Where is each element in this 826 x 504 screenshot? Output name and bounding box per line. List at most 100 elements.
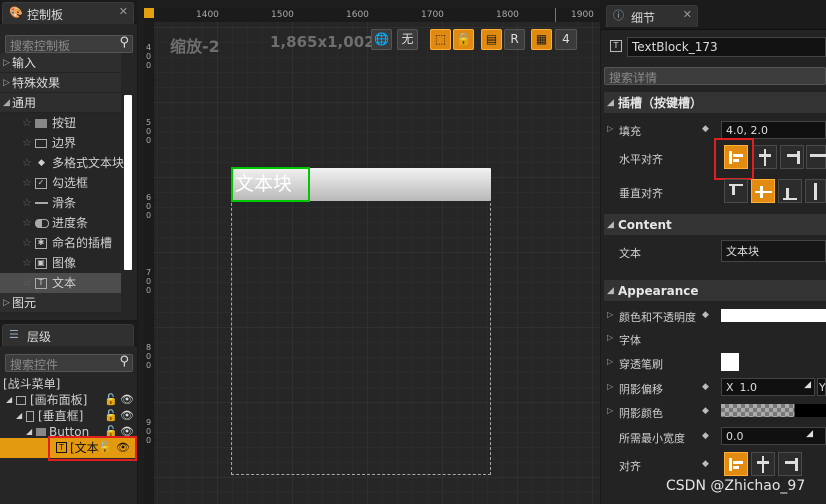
search-icon: ⚲ (119, 35, 129, 50)
grid-snap-button[interactable]: ▦ (531, 29, 552, 50)
h-align-center-button[interactable] (753, 145, 777, 169)
hierarchy-search-input[interactable]: 搜索控件 ⚲ (5, 354, 133, 372)
shadow-color-swatch[interactable] (721, 404, 826, 417)
category-primitives[interactable]: ▷ 图元 (0, 293, 121, 313)
palette-item-richtext[interactable]: ☆ ◆ 多格式文本块 (0, 153, 125, 173)
reset-pin-icon[interactable]: ◆ (702, 124, 709, 134)
border-icon (35, 139, 47, 148)
h-align-label: 水平对齐 (619, 151, 663, 167)
color-swatch[interactable] (721, 309, 826, 322)
padding-label-text: 填充 (619, 125, 641, 138)
star-icon: ☆ (22, 116, 32, 129)
reset-pin-icon[interactable]: ◆ (702, 406, 709, 416)
align-vcenter-bar (760, 186, 763, 198)
vbox-icon (26, 411, 34, 422)
palette-item-label: 多格式文本块 (52, 156, 125, 170)
text-block-label: 文本块 (235, 173, 293, 195)
dotted-frame-button[interactable]: ⬚ (430, 29, 451, 50)
palette-scrollbar[interactable] (124, 95, 132, 270)
details-search-input[interactable]: 搜索详情 (604, 67, 826, 85)
reset-pin-icon[interactable]: ◆ (702, 382, 709, 392)
reset-pin-icon[interactable]: ◆ (702, 431, 709, 441)
palette-search-input[interactable]: 搜索控制板 ⚲ (5, 35, 133, 53)
v-align-label-text: 垂直对齐 (619, 187, 663, 200)
justify-center-button[interactable] (751, 452, 775, 476)
content-section-header[interactable]: ◢ Content (604, 214, 826, 236)
justify-left-icon (729, 458, 732, 471)
section-title: 插槽（按键槽） (618, 96, 703, 110)
brush-swatch[interactable] (721, 353, 739, 371)
palette-item-button[interactable]: ☆ 按钮 (0, 113, 121, 133)
shadow-x-value: 1.0 (739, 381, 758, 394)
v-align-label: 垂直对齐 (619, 185, 663, 201)
palette-item-border[interactable]: ☆ 边界 (0, 133, 121, 153)
r-button[interactable]: R (504, 29, 525, 50)
watermark: CSDN @Zhichao_97 (666, 478, 806, 494)
snap-value-dropdown[interactable]: 4 (555, 29, 577, 50)
star-icon: ☆ (22, 216, 32, 229)
text-value: 文本块 (726, 245, 759, 258)
palette-item-text[interactable]: ☆ T 文本 (0, 273, 121, 293)
text-input[interactable]: 文本块 (721, 240, 826, 262)
shadow-x-input[interactable]: X 1.0 ◢ (721, 378, 815, 396)
palette-item-slider[interactable]: ☆ 滑条 (0, 193, 121, 213)
palette-item-checkbox[interactable]: ☆ ✓ 勾选框 (0, 173, 121, 193)
h-align-fill-button[interactable] (806, 145, 826, 169)
star-icon: ☆ (22, 156, 32, 169)
palette-item-label: 勾选框 (52, 176, 89, 190)
v-align-top-button[interactable] (724, 179, 748, 203)
align-top-bar (732, 186, 735, 195)
palette-search-placeholder: 搜索控制板 (10, 39, 71, 53)
justify-right-button[interactable] (778, 452, 802, 476)
palette-item-progress[interactable]: ☆ 进度条 (0, 213, 121, 233)
appearance-section-header[interactable]: ◢ Appearance (604, 280, 826, 302)
progress-icon (35, 219, 49, 228)
search-icon: ⚲ (119, 354, 129, 369)
snap-value: 4 (562, 32, 570, 46)
justify-left-button[interactable] (724, 452, 748, 476)
shadow-offset-label-text: 阴影偏移 (619, 383, 663, 396)
reset-pin-icon[interactable]: ◆ (702, 310, 709, 320)
ruler-tick-label: 9 0 0 (146, 418, 152, 445)
details-tab[interactable]: ⓘ 细节 ✕ (606, 5, 698, 27)
close-icon[interactable]: ✕ (683, 8, 692, 21)
none-button[interactable]: 无 (397, 29, 418, 50)
v-align-center-button[interactable] (751, 179, 775, 203)
palette-tab[interactable]: 🎨 控制板 ✕ (2, 2, 134, 24)
slot-section-header[interactable]: ◢ 插槽（按键槽） (604, 92, 826, 114)
palette-item-image[interactable]: ☆ ▣ 图像 (0, 253, 121, 273)
palette-item-label: 文本 (52, 276, 77, 290)
align-vfill-icon (814, 183, 817, 200)
justify-center-icon (762, 456, 764, 473)
globe-button[interactable]: 🌐 (371, 29, 392, 50)
grid-icon: ▦ (535, 32, 548, 46)
category-common[interactable]: ◢ 通用 (0, 93, 121, 113)
palette-item-label: 命名的插槽 (52, 236, 113, 250)
text-block-widget[interactable]: 文本块 (231, 167, 310, 202)
resolution-label: 1,865x1,002 (270, 33, 375, 51)
category-input[interactable]: ▷ 输入 (0, 53, 121, 73)
layout-button[interactable]: ▤ (481, 29, 502, 50)
v-align-fill-button[interactable] (805, 179, 826, 203)
palette-item-label: 进度条 (52, 216, 89, 230)
reset-pin-icon[interactable]: ◆ (702, 459, 709, 469)
category-effects[interactable]: ▷ 特殊效果 (0, 73, 121, 93)
brush-label-text: 穿透笔刷 (619, 358, 663, 371)
hierarchy-tab[interactable]: ☰ 层级 (2, 324, 134, 346)
text-label: 文本 (619, 245, 641, 261)
canvas-icon (16, 396, 26, 405)
palette-item-named-slot[interactable]: ☆ ✱ 命名的插槽 (0, 233, 121, 253)
widget-name-input[interactable]: TextBlock_173 (627, 37, 826, 57)
h-align-label-text: 水平对齐 (619, 153, 663, 166)
shadow-y-input[interactable]: Y (817, 378, 826, 396)
palette-item-label: 图像 (52, 256, 77, 270)
min-width-input[interactable]: 0.0 ◢ (721, 427, 826, 445)
close-icon[interactable]: ✕ (119, 5, 128, 18)
text-icon: T (35, 278, 47, 289)
ruler-tick-label: 4 0 0 (146, 43, 152, 70)
v-align-bottom-button[interactable] (778, 179, 802, 203)
lock-button[interactable]: 🔒 (453, 29, 474, 50)
h-align-right-button[interactable] (780, 145, 804, 169)
padding-input[interactable]: 4.0, 2.0 (721, 121, 826, 139)
ruler-tick-label: 1500 (271, 10, 294, 20)
